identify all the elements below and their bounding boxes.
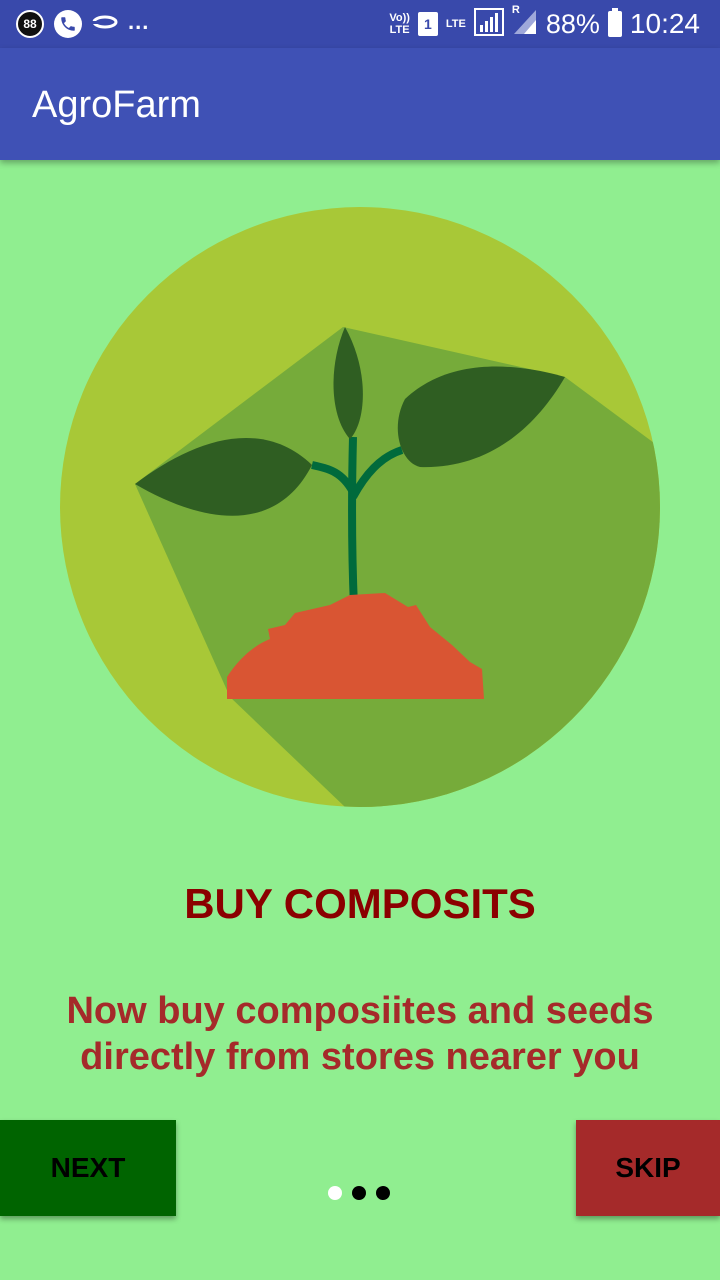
status-bar: 88 ... Vo)) LTE 1 LTE R 88% 10:24 [0,0,720,48]
plant-stem [348,436,358,608]
app-bar: AgroFarm [0,48,720,160]
battery-percentage: 88% [545,8,600,39]
next-button[interactable]: NEXT [0,1120,176,1216]
notification-icons: 88 ... [16,9,149,39]
volte-label-top: Vo)) [389,12,410,24]
page-dot-2[interactable] [352,1186,366,1200]
roaming-signal-icon: R [512,4,538,41]
onboarding-description: Now buy composiites and seeds directly f… [66,990,654,1078]
signal-strength-icon [473,7,504,41]
clock: 10:24 [629,8,700,39]
system-icons: Vo)) LTE 1 LTE R 88% 10:24 [389,4,700,42]
more-notifications-indicator: ... [128,9,150,34]
volte-icon: Vo)) LTE [389,12,410,36]
skip-button[interactable]: SKIP [576,1120,720,1216]
onboarding-headline: BUY COMPOSITS [184,880,536,927]
plant-illustration [60,207,660,807]
volte-label-bottom: LTE [389,24,410,36]
roaming-label: R [511,3,520,16]
notification-badge-icon: 88 [16,10,44,38]
sim-card-icon: 1 [417,12,438,36]
battery-icon [607,8,622,37]
phone-call-icon [54,10,82,38]
app-title: AgroFarm [32,84,201,126]
page-indicator [328,1186,390,1200]
sync-icon [92,14,118,35]
page-dot-3[interactable] [376,1186,390,1200]
page-dot-1[interactable] [328,1186,342,1200]
lte-label: LTE [445,18,466,30]
